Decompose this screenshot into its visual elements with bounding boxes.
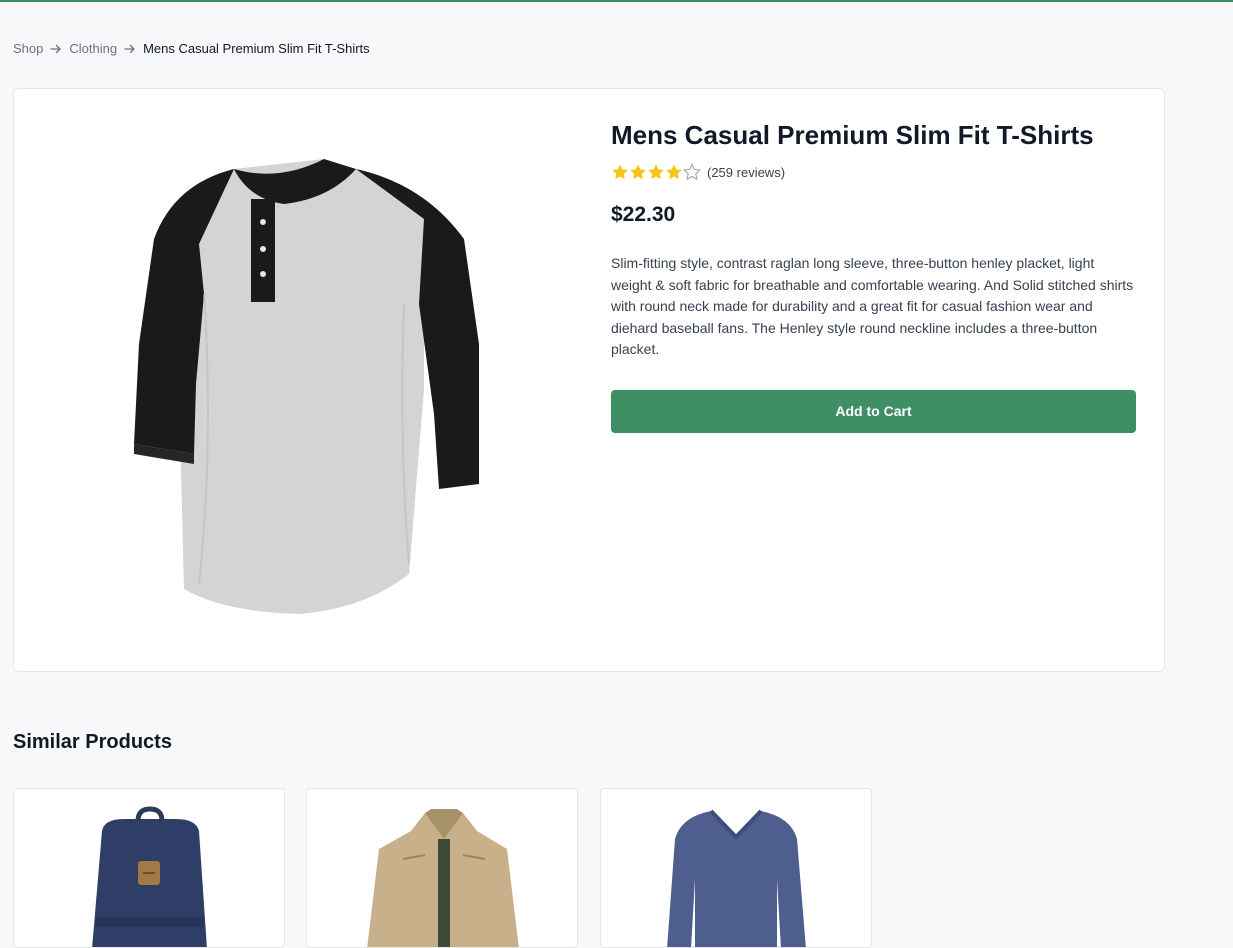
star-rating [611, 163, 701, 181]
product-price: $22.30 [611, 203, 676, 226]
similar-product-card[interactable] [13, 788, 285, 948]
product-title: Mens Casual Premium Slim Fit T-Shirts [611, 120, 1094, 150]
breadcrumb-clothing[interactable]: Clothing [69, 41, 117, 56]
breadcrumb-shop[interactable]: Shop [13, 41, 43, 56]
arrow-right-icon [124, 44, 135, 53]
top-accent-bar [0, 0, 1233, 2]
star-filled-icon [612, 164, 628, 180]
product-info: Mens Casual Premium Slim Fit T-Shirts (2… [611, 119, 1136, 433]
product-card: Mens Casual Premium Slim Fit T-Shirts (2… [13, 88, 1165, 672]
rating-row: (259 reviews) [611, 163, 1136, 181]
backpack-image [92, 806, 207, 947]
star-empty-icon [683, 163, 701, 181]
similar-product-card[interactable] [600, 788, 872, 948]
star-filled-icon [630, 164, 646, 180]
product-image [134, 159, 479, 614]
breadcrumb-current: Mens Casual Premium Slim Fit T-Shirts [143, 41, 370, 56]
breadcrumb: Shop Clothing Mens Casual Premium Slim F… [13, 41, 370, 56]
jacket-image [367, 809, 519, 947]
long-sleeve-shirt-image [667, 809, 806, 947]
similar-product-card[interactable] [306, 788, 578, 948]
add-to-cart-button[interactable]: Add to Cart [611, 389, 1136, 433]
arrow-right-icon [50, 44, 62, 53]
review-count[interactable]: (259 reviews) [707, 165, 785, 180]
star-filled-icon [648, 164, 664, 180]
product-description: Slim-fitting style, contrast raglan long… [611, 255, 1134, 358]
similar-products-heading: Similar Products [13, 731, 172, 753]
star-filled-icon [666, 164, 682, 180]
